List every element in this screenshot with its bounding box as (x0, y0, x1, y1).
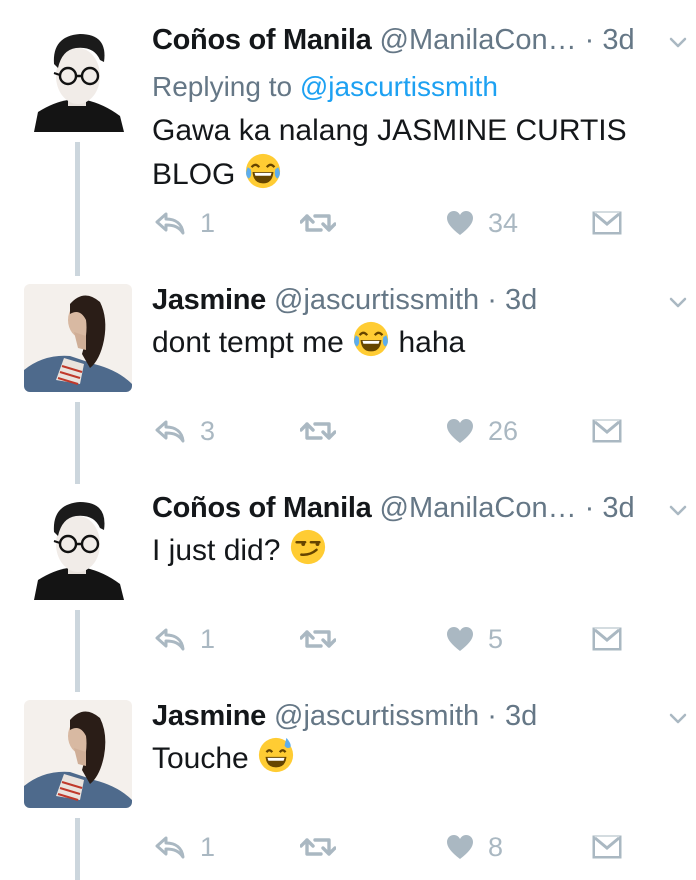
avatar-image (24, 700, 132, 808)
heart-icon (446, 834, 474, 860)
avatar[interactable] (24, 24, 132, 132)
envelope-icon (592, 419, 622, 443)
tweet-text: Touche (152, 736, 660, 780)
tweet-text-body: I just did? (152, 534, 281, 567)
chevron-down-icon[interactable] (668, 292, 688, 312)
like-button[interactable]: 5 (446, 621, 503, 657)
reply-icon (154, 211, 186, 235)
separator-dot: · (487, 284, 497, 316)
separator-dot: · (584, 24, 595, 56)
display-name[interactable]: Coños of Manila (152, 492, 372, 524)
tweet-text-tail: haha (398, 326, 466, 359)
chevron-down-icon[interactable] (668, 32, 688, 52)
tweet-actions: 3 26 (152, 413, 696, 449)
tweet-actions: 1 34 (152, 205, 696, 241)
heart-icon (446, 210, 474, 236)
tweet[interactable]: Coños of Manila @ManilaCon… · 3d Replyin… (0, 24, 696, 264)
reply-button[interactable]: 1 (154, 205, 215, 241)
replying-to-label: Replying to (152, 71, 293, 102)
display-name[interactable]: Jasmine (152, 284, 266, 316)
timestamp[interactable]: 3d (505, 700, 537, 732)
heart-icon (446, 418, 474, 444)
separator-dot: · (584, 492, 595, 524)
display-name[interactable]: Coños of Manila (152, 24, 372, 56)
display-name[interactable]: Jasmine (152, 700, 266, 732)
retweet-icon (300, 419, 336, 443)
tweet-actions: 1 5 (152, 621, 696, 657)
user-handle[interactable]: @jascurtissmith (274, 700, 479, 732)
avatar[interactable] (24, 700, 132, 808)
user-handle[interactable]: @ManilaCon… (380, 24, 577, 56)
grinning-face-with-sweat-icon (257, 736, 295, 774)
tweet[interactable]: Jasmine @jascurtissmith · 3d Touche 1 8 (0, 700, 696, 880)
tweet-header: Coños of Manila @ManilaCon… · 3d (152, 492, 696, 524)
retweet-button[interactable] (300, 413, 336, 449)
tweet-text-body: dont tempt me (152, 326, 344, 359)
timestamp[interactable]: 3d (602, 492, 634, 524)
timestamp[interactable]: 3d (505, 284, 537, 316)
smirking-face-icon (289, 528, 327, 566)
reply-icon (154, 419, 186, 443)
user-handle[interactable]: @ManilaCon… (380, 492, 577, 524)
like-count: 8 (488, 831, 504, 862)
direct-message-button[interactable] (592, 829, 622, 865)
envelope-icon (592, 835, 622, 859)
reply-count: 1 (200, 623, 216, 654)
like-count: 26 (488, 415, 519, 446)
avatar-image (24, 492, 132, 600)
retweet-icon (300, 627, 336, 651)
direct-message-button[interactable] (592, 413, 622, 449)
reply-count: 3 (200, 415, 216, 446)
user-handle[interactable]: @jascurtissmith (274, 284, 479, 316)
tweet-actions: 1 8 (152, 829, 696, 865)
tweet-text: dont tempt me haha (152, 320, 660, 364)
avatar-image (24, 24, 132, 132)
avatar[interactable] (24, 492, 132, 600)
face-with-tears-of-joy-icon (352, 320, 390, 358)
reply-button[interactable]: 3 (154, 413, 215, 449)
like-count: 5 (488, 623, 504, 654)
reply-button[interactable]: 1 (154, 829, 215, 865)
reply-icon (154, 627, 186, 651)
reply-icon (154, 835, 186, 859)
tweet-text: Gawa ka nalang JASMINE CURTIS BLOG (152, 110, 660, 196)
retweet-button[interactable] (300, 205, 336, 241)
like-count: 34 (488, 207, 519, 238)
avatar[interactable] (24, 284, 132, 392)
replying-to: Replying to @jascurtissmith (152, 71, 498, 103)
separator-dot: · (487, 700, 497, 732)
tweet-header: Coños of Manila @ManilaCon… · 3d (152, 24, 696, 56)
tweet[interactable]: Coños of Manila @ManilaCon… · 3d I just … (0, 492, 696, 672)
mention-link[interactable]: @jascurtissmith (300, 71, 498, 102)
retweet-icon (300, 835, 336, 859)
direct-message-button[interactable] (592, 621, 622, 657)
tweet-text: I just did? (152, 528, 660, 572)
like-button[interactable]: 34 (446, 205, 518, 241)
reply-count: 1 (200, 831, 216, 862)
avatar-image (24, 284, 132, 392)
direct-message-button[interactable] (592, 205, 622, 241)
timestamp[interactable]: 3d (602, 24, 634, 56)
retweet-button[interactable] (300, 621, 336, 657)
like-button[interactable]: 8 (446, 829, 503, 865)
chevron-down-icon[interactable] (668, 500, 688, 520)
envelope-icon (592, 211, 622, 235)
heart-icon (446, 626, 474, 652)
like-button[interactable]: 26 (446, 413, 518, 449)
tweet[interactable]: Jasmine @jascurtissmith · 3d dont tempt … (0, 284, 696, 464)
envelope-icon (592, 627, 622, 651)
tweet-text-body: Gawa ka nalang JASMINE CURTIS BLOG (152, 114, 627, 191)
reply-count: 1 (200, 207, 216, 238)
tweet-text-body: Touche (152, 742, 249, 775)
reply-button[interactable]: 1 (154, 621, 215, 657)
tweet-header: Jasmine @jascurtissmith · 3d (152, 284, 696, 316)
tweet-header: Jasmine @jascurtissmith · 3d (152, 700, 696, 732)
retweet-icon (300, 211, 336, 235)
chevron-down-icon[interactable] (668, 708, 688, 728)
face-with-tears-of-joy-icon (244, 152, 282, 190)
retweet-button[interactable] (300, 829, 336, 865)
